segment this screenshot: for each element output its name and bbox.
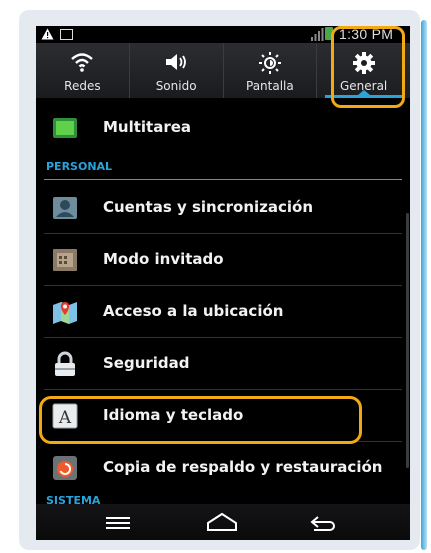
list-item-copia-respaldo[interactable]: Copia de respaldo y restauración bbox=[36, 442, 410, 494]
multitask-icon bbox=[53, 118, 77, 138]
svg-text:A: A bbox=[58, 408, 72, 428]
list-item-ubicacion[interactable]: Acceso a la ubicación bbox=[36, 286, 410, 338]
item-label: Idioma y teclado bbox=[103, 406, 244, 424]
item-label: Cuentas y sincronización bbox=[103, 198, 314, 216]
tab-label: Sonido bbox=[155, 79, 197, 93]
section-label: PERSONAL bbox=[46, 160, 113, 173]
list-item-idioma[interactable]: A Idioma y teclado bbox=[36, 390, 410, 442]
tab-general[interactable]: General bbox=[317, 43, 410, 98]
speaker-icon bbox=[166, 54, 187, 70]
backup-restore-icon bbox=[53, 456, 77, 480]
tab-label: Pantalla bbox=[246, 79, 294, 93]
list-item-seguridad[interactable]: Seguridad bbox=[36, 338, 410, 390]
account-icon bbox=[53, 197, 77, 219]
section-label: SISTEMA bbox=[46, 494, 101, 504]
battery-icon bbox=[325, 27, 333, 40]
section-divider bbox=[44, 179, 402, 180]
back-icon[interactable] bbox=[304, 509, 344, 535]
section-header-personal: PERSONAL bbox=[36, 160, 410, 180]
guest-mode-icon bbox=[53, 249, 77, 271]
image-notification-icon bbox=[60, 29, 73, 40]
lock-icon bbox=[55, 351, 75, 376]
tab-redes[interactable]: Redes bbox=[36, 43, 130, 98]
list-item-cuentas[interactable]: Cuentas y sincronización bbox=[36, 182, 410, 234]
status-time: 1:30 PM bbox=[339, 26, 394, 42]
item-label: Copia de respaldo y restauración bbox=[103, 458, 383, 476]
brightness-icon bbox=[258, 52, 281, 74]
phone-screen: 1:30 PM Redes Sonido Pantalla General Mu… bbox=[36, 26, 410, 540]
menu-icon[interactable] bbox=[98, 509, 138, 535]
settings-list: Multitarea PERSONAL Cuentas y sincroniza… bbox=[36, 98, 410, 504]
wifi-icon bbox=[71, 53, 94, 72]
gear-icon bbox=[352, 52, 375, 74]
status-bar: 1:30 PM bbox=[36, 26, 410, 43]
section-header-sistema: SISTEMA bbox=[36, 494, 410, 504]
item-label: Modo invitado bbox=[103, 250, 224, 268]
navigation-bar bbox=[36, 504, 410, 540]
item-label: Acceso a la ubicación bbox=[103, 302, 284, 320]
signal-icon bbox=[311, 28, 324, 41]
frame-accent bbox=[421, 20, 427, 550]
tab-sonido[interactable]: Sonido bbox=[130, 43, 224, 98]
list-item-modo-invitado[interactable]: Modo invitado bbox=[36, 234, 410, 286]
home-icon[interactable] bbox=[202, 509, 242, 535]
settings-tabs: Redes Sonido Pantalla General bbox=[36, 43, 410, 98]
item-label: Seguridad bbox=[103, 354, 190, 372]
scrollbar[interactable] bbox=[406, 213, 409, 468]
warning-icon bbox=[41, 28, 54, 40]
item-label: Multitarea bbox=[103, 118, 192, 136]
location-icon bbox=[53, 302, 77, 324]
list-item-multitarea[interactable]: Multitarea bbox=[36, 102, 410, 154]
tab-label: Redes bbox=[64, 79, 101, 93]
tab-pantalla[interactable]: Pantalla bbox=[224, 43, 318, 98]
language-keyboard-icon: A bbox=[52, 403, 78, 429]
